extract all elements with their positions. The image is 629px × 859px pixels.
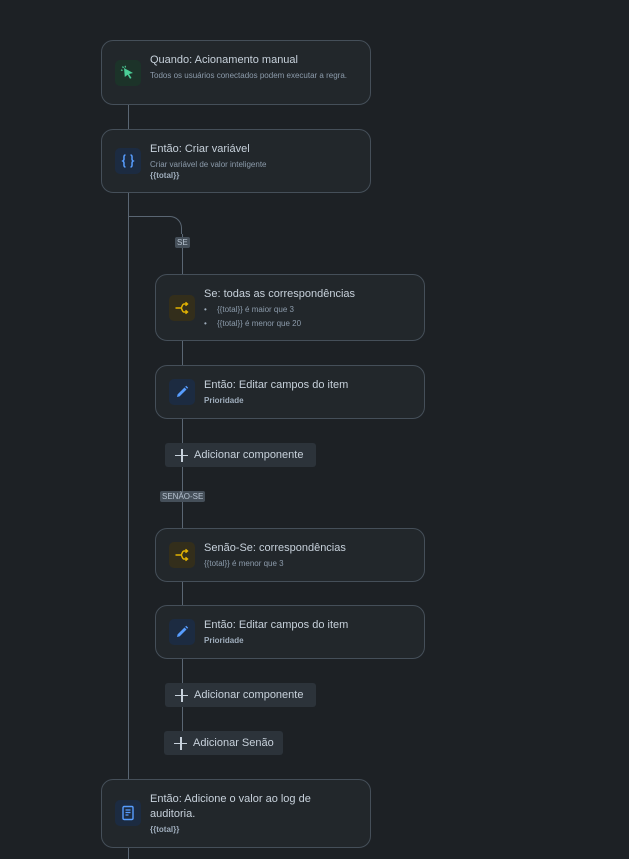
edit-fields-title: Então: Editar campos do item	[204, 379, 349, 391]
create-variable-card[interactable]: Então: Criar variável Criar variável de …	[101, 129, 371, 193]
trigger-subtitle: Todos os usuários conectados podem execu…	[150, 71, 348, 80]
edit-fields-field: Prioridade	[204, 636, 244, 645]
add-component-label: Adicionar componente	[194, 689, 304, 701]
trigger-card[interactable]: Quando: Acionamento manual Todos os usuá…	[101, 40, 371, 105]
audit-log-value: {{total}}	[150, 825, 180, 834]
create-variable-title: Então: Criar variável	[150, 143, 250, 155]
branch-icon	[175, 301, 189, 315]
main-connector-line	[128, 847, 129, 859]
main-connector-line	[128, 192, 129, 779]
plus-icon	[174, 736, 187, 750]
elseif-condition-subtitle: {{total}} é menor que 3	[204, 559, 284, 568]
plus-icon	[175, 448, 188, 462]
elseif-condition-card[interactable]: Senão-Se: correspondências {{total}} é m…	[155, 528, 425, 582]
if-tag: SE	[175, 237, 190, 248]
audit-log-title: Então: Adicione o valor ao log de audito…	[150, 793, 311, 820]
main-connector-line	[128, 104, 129, 129]
edit-fields-card[interactable]: Então: Editar campos do item Prioridade	[155, 605, 425, 659]
add-else-button[interactable]: Adicionar Senão	[164, 731, 283, 755]
pencil-icon	[177, 625, 189, 637]
edit-fields-card[interactable]: Então: Editar campos do item Prioridade	[155, 365, 425, 419]
add-else-label: Adicionar Senão	[193, 737, 274, 749]
braces-icon	[121, 154, 135, 168]
create-variable-value: {{total}}	[150, 171, 180, 180]
pencil-icon	[177, 385, 189, 397]
trigger-title: Quando: Acionamento manual	[150, 54, 298, 66]
edit-fields-title: Então: Editar campos do item	[204, 619, 349, 631]
add-component-button[interactable]: Adicionar componente	[165, 443, 316, 467]
branch-connector-curve	[128, 216, 182, 234]
if-condition-item: {{total}} é menor que 20	[204, 318, 301, 329]
elseif-tag: SENÃO-SE	[160, 491, 206, 502]
plus-icon	[175, 688, 188, 702]
add-component-button[interactable]: Adicionar componente	[165, 683, 316, 707]
audit-log-card[interactable]: Então: Adicione o valor ao log de audito…	[101, 779, 371, 848]
branch-icon	[175, 548, 189, 562]
add-component-label: Adicionar componente	[194, 449, 304, 461]
cursor-click-icon	[120, 65, 133, 79]
if-condition-title: Se: todas as correspondências	[204, 288, 356, 300]
elseif-condition-title: Senão-Se: correspondências	[204, 542, 346, 554]
edit-fields-field: Prioridade	[204, 396, 244, 405]
if-condition-card[interactable]: Se: todas as correspondências {{total}} …	[155, 274, 425, 341]
create-variable-subtitle: Criar variável de valor inteligente	[150, 160, 267, 169]
if-condition-item: {{total}} é maior que 3	[204, 304, 294, 315]
document-icon	[122, 805, 134, 821]
